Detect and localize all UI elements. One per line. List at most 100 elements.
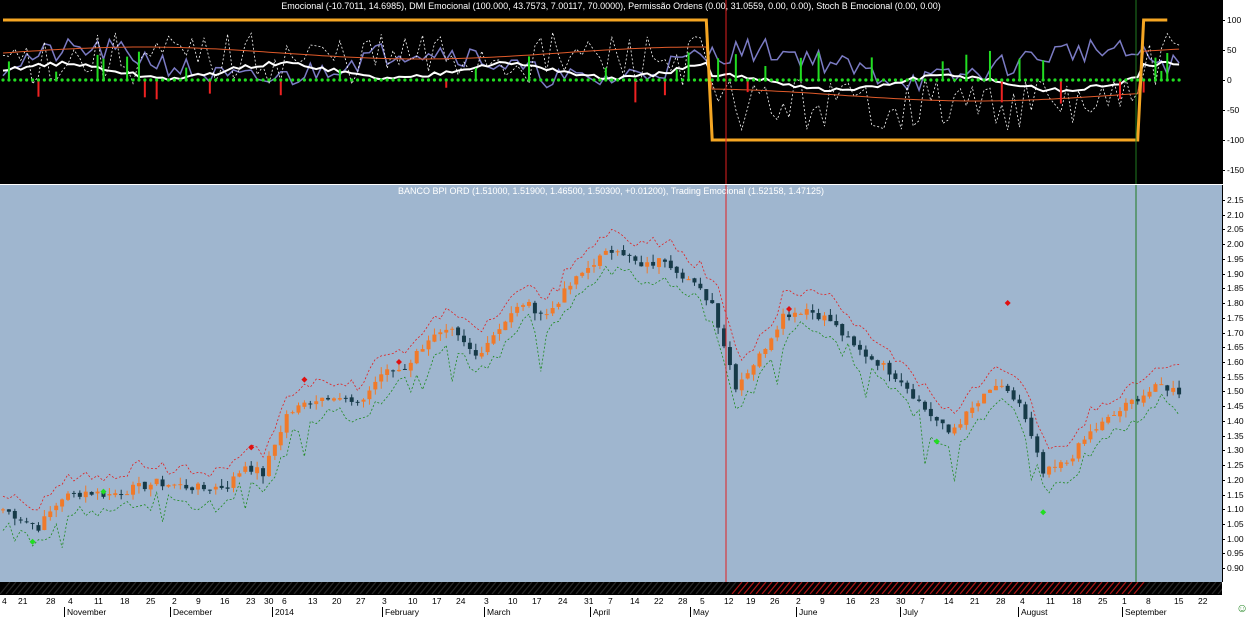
zero-dot [438, 78, 442, 82]
zero-dot [1035, 78, 1039, 82]
strip-hatch [53, 582, 65, 594]
strip-hatch [527, 582, 539, 594]
zero-dot [273, 78, 277, 82]
strip-hatch [863, 582, 875, 594]
candle-body [710, 300, 715, 304]
strip-hatch [899, 582, 911, 594]
date-tick-label: 9 [820, 596, 825, 606]
strip-hatch [845, 582, 857, 594]
zero-dot [1094, 78, 1098, 82]
zero-dot [385, 78, 389, 82]
candle-body [119, 494, 124, 496]
zero-dot [308, 78, 312, 82]
date-tick-label: 17 [432, 596, 442, 606]
price-tick-label: 1.60 [1222, 356, 1244, 367]
strip-hatch [635, 582, 647, 594]
price-tick-label: 1.10 [1222, 504, 1244, 515]
candle-body [231, 476, 236, 488]
strip-hatch [989, 582, 1001, 594]
zero-dot [1130, 78, 1134, 82]
smiley-icon[interactable]: ☺ [1236, 601, 1248, 615]
candle-body [757, 353, 762, 367]
zero-dot [320, 78, 324, 82]
zero-dot [338, 78, 342, 82]
candle-body [1171, 387, 1176, 392]
strip-hatch [449, 582, 461, 594]
candle-body [716, 303, 721, 328]
candle-body [911, 389, 916, 399]
strip-hatch [725, 582, 737, 594]
zero-dot [1177, 78, 1181, 82]
strip-hatch [1133, 582, 1145, 594]
zero-dot [527, 78, 531, 82]
zero-dot [84, 78, 88, 82]
date-tick-label: 14 [944, 596, 954, 606]
zero-dot [149, 78, 153, 82]
candle-body [361, 399, 366, 402]
strip-hatch [575, 582, 587, 594]
strip-hatch [29, 582, 41, 594]
candle-body [331, 398, 336, 401]
candle-body [196, 483, 201, 490]
zero-dot [403, 78, 407, 82]
candle-body [840, 324, 845, 336]
strip-hatch [995, 582, 1007, 594]
zero-dot [421, 78, 425, 82]
candle-body [1005, 385, 1010, 391]
candle-body [497, 329, 502, 334]
month-tick-label: June [796, 607, 817, 617]
candle-body [958, 424, 963, 428]
candle-body [615, 251, 620, 253]
candle-body [580, 272, 585, 276]
strip-hatch [563, 582, 575, 594]
strip-hatch [587, 582, 599, 594]
candle-body [597, 255, 602, 266]
zero-dot [1065, 78, 1069, 82]
strip-hatch [533, 582, 545, 594]
oscillator-panel[interactable]: Emocional (-10.7011, 14.6985), DMI Emoci… [0, 0, 1222, 184]
candle-body [804, 309, 809, 315]
candle-body [479, 352, 484, 357]
strip-hatch [977, 582, 989, 594]
zero-dot [834, 78, 838, 82]
candle-body [657, 258, 662, 268]
zero-dot [285, 78, 289, 82]
candle-body [952, 427, 957, 434]
date-tick-label: 31 [584, 596, 594, 606]
candle-body [249, 465, 254, 472]
strip-hatch [149, 582, 161, 594]
candle-body [822, 315, 827, 321]
zero-dot [196, 78, 200, 82]
candle-body [367, 390, 372, 400]
zero-dot [545, 78, 549, 82]
strip-hatch [377, 582, 389, 594]
candle-body [857, 344, 862, 350]
strip-hatch [1079, 582, 1091, 594]
zero-dot [78, 78, 82, 82]
strip-hatch [1187, 582, 1199, 594]
strip-hatch [1043, 582, 1055, 594]
strip-hatch [101, 582, 113, 594]
candle-body [373, 381, 378, 390]
strip-hatch [173, 582, 185, 594]
candle-body [869, 356, 874, 360]
strip-hatch [917, 582, 929, 594]
candle-body [893, 373, 898, 380]
zero-dot [432, 78, 437, 82]
price-panel[interactable]: BANCO BPI ORD (1.51000, 1.51900, 1.46500… [0, 185, 1222, 582]
strip-hatch [803, 582, 815, 594]
candle-body [77, 492, 82, 497]
date-tick-label: 28 [46, 596, 56, 606]
candle-body [420, 349, 425, 352]
price-plot [1, 185, 1182, 582]
candle-body [154, 478, 159, 485]
zero-dot [119, 78, 123, 82]
zero-dot [13, 78, 17, 82]
strip-hatch [185, 582, 197, 594]
candle-body [592, 265, 596, 267]
candle-body [278, 432, 283, 446]
candle-body [12, 510, 17, 519]
strip-hatch [629, 582, 641, 594]
zero-dot [580, 78, 584, 82]
strip-hatch [443, 582, 455, 594]
